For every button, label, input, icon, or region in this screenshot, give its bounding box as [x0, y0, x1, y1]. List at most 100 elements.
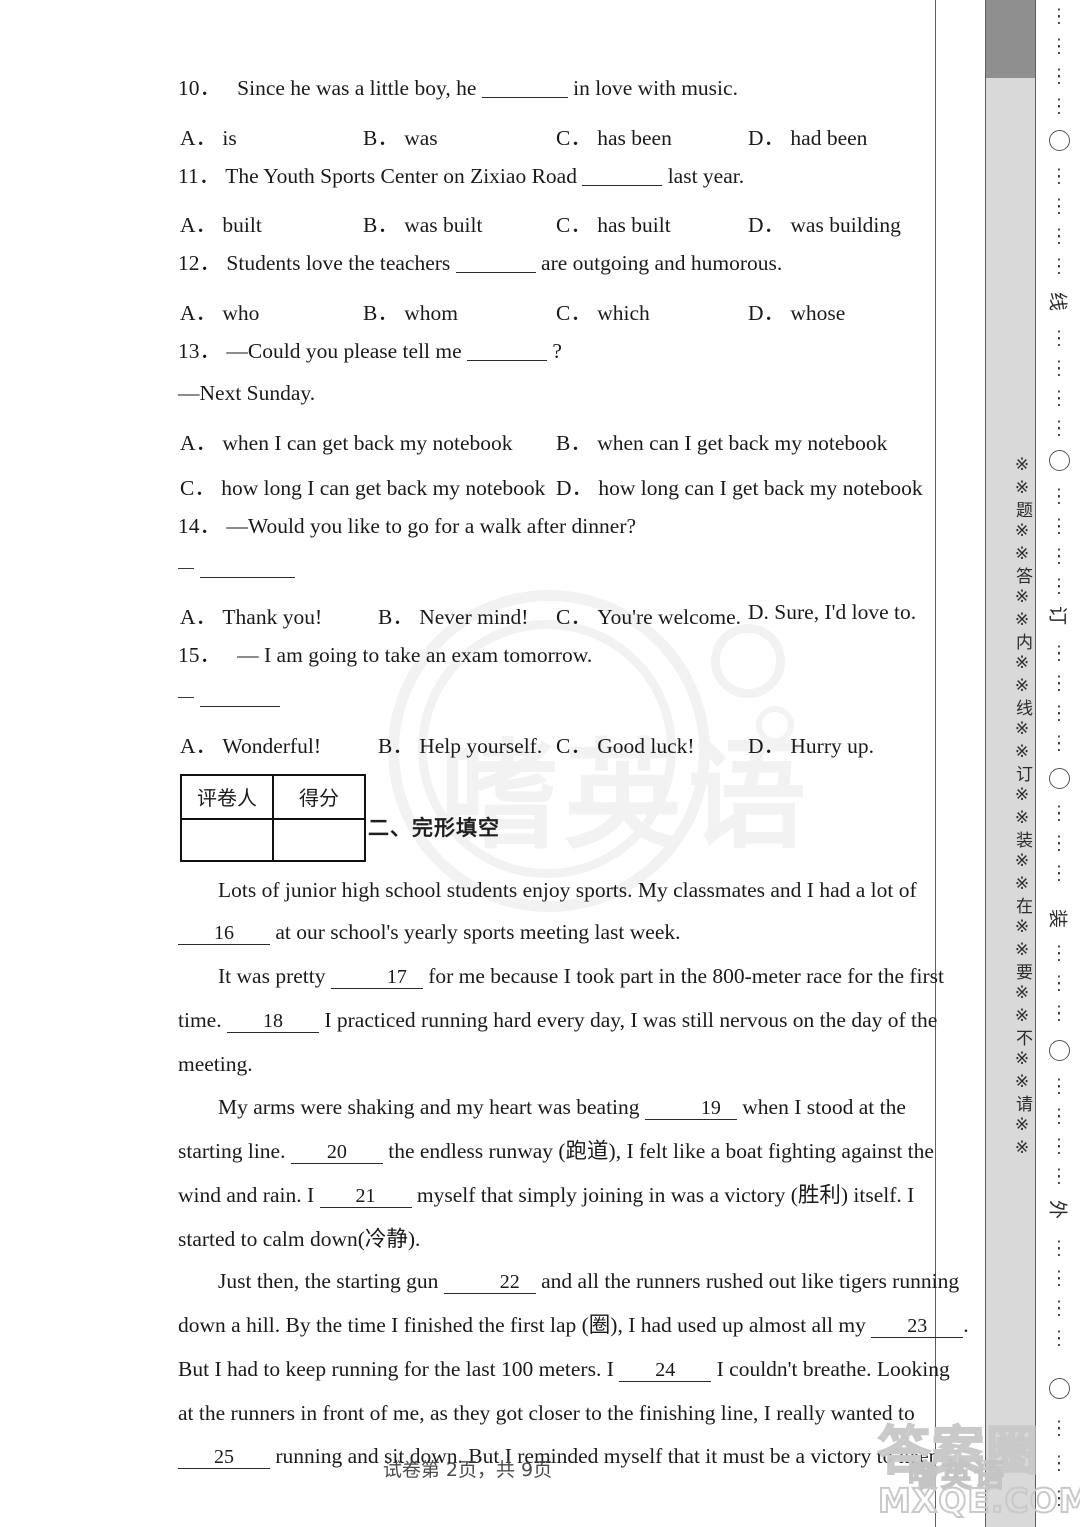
seal-marker-char-bind: 订: [1046, 605, 1069, 625]
answer-blank-14: [200, 577, 295, 578]
dot-marker: ::: [1056, 999, 1062, 1025]
answer-dash-line-14: [178, 558, 908, 580]
passage-line: My arms were shaking and my heart was be…: [178, 1094, 908, 1120]
score-table-score-label: 得分: [272, 773, 366, 820]
option-10-c[interactable]: C． has been: [556, 121, 672, 152]
passage-text: Lots of junior high school students enjo…: [218, 877, 917, 902]
option-15-a[interactable]: A． Wonderful!: [180, 729, 321, 760]
passage-line: at the runners in front of me, as they g…: [178, 1402, 915, 1425]
option-row-10: A． is B． was C． has been D． had been: [178, 121, 908, 150]
dot-marker: ::: [1056, 1294, 1062, 1320]
option-row-12: A． who B． whom C． which D． whose: [178, 296, 908, 325]
option-13-c[interactable]: C． how long I can get back my notebook: [180, 471, 545, 502]
seal-marker-char-line: 线: [1046, 291, 1069, 311]
score-table-header-row: 评卷人 得分: [180, 773, 366, 820]
option-12-d[interactable]: D． whose: [748, 296, 845, 327]
question-stem-13: 13． —Could you please tell me ?: [178, 338, 908, 363]
option-12-b[interactable]: B． whom: [363, 296, 458, 327]
question-stem-text-15: — I am going to take an exam tomorrow.: [237, 642, 593, 667]
question-reply-13: —Next Sunday.: [178, 381, 316, 405]
answer-blank-10: [481, 97, 568, 98]
passage-text: time.: [178, 1008, 227, 1032]
passage-text: for me because I took part in the 800-me…: [422, 964, 944, 988]
passage-text: I couldn't breathe. Looking: [711, 1357, 950, 1381]
option-15-c[interactable]: C． Good luck!: [556, 729, 695, 760]
exam-page: 嗜英语 10． Since he was a little boy, he in…: [0, 0, 1080, 1527]
option-10-d[interactable]: D． had been: [748, 121, 867, 152]
dot-marker: ::: [1056, 939, 1062, 965]
dot-marker: ::: [1056, 1449, 1062, 1475]
seal-band-top-block: [986, 0, 1035, 78]
passage-line: started to calm down(冷静).: [178, 1228, 908, 1251]
margin-rule-left: [935, 0, 936, 1527]
cloze-blank-22[interactable]: 22: [443, 1272, 536, 1294]
dot-marker: ::: [1056, 1234, 1062, 1260]
passage-text: I practiced running hard every day, I wa…: [318, 1008, 938, 1032]
cloze-blank-20[interactable]: 20: [290, 1142, 383, 1164]
option-11-b[interactable]: B． was built: [363, 208, 482, 239]
option-13-a[interactable]: A． when I can get back my notebook: [180, 426, 513, 457]
question-number-14: 14．: [178, 513, 222, 538]
seal-marker-char-pack: 装: [1046, 908, 1069, 928]
score-table-grader-label: 评卷人: [180, 773, 274, 820]
section-title: 二、完形填空: [368, 815, 500, 840]
dash-mark-15: [178, 697, 194, 698]
dot-marker: ::: [1056, 1132, 1062, 1158]
option-14-d[interactable]: D. Sure, I'd love to.: [748, 600, 916, 625]
question-stem-text-14: —Would you like to go for a walk after d…: [226, 513, 637, 538]
cloze-blank-24[interactable]: 24: [619, 1360, 712, 1382]
option-13-d[interactable]: D． how long can I get back my notebook: [556, 471, 923, 502]
option-13-b[interactable]: B． when can I get back my notebook: [556, 426, 887, 457]
question-stem-14: 14． —Would you like to go for a walk aft…: [178, 513, 908, 538]
circle-marker: [1049, 1040, 1070, 1061]
option-14-c[interactable]: C． You're welcome.: [556, 600, 741, 631]
passage-text: My arms were shaking and my heart was be…: [218, 1094, 645, 1119]
passage-line: down a hill. By the time I finished the …: [178, 1313, 969, 1338]
question-stem-text-11b: last year.: [667, 163, 745, 188]
dot-marker: ::: [1056, 799, 1062, 825]
dot-marker: ::: [1056, 572, 1062, 598]
question-number-15: 15．: [178, 642, 222, 667]
dot-marker: ::: [1056, 384, 1062, 410]
option-12-a[interactable]: A． who: [180, 296, 259, 327]
dot-marker: ::: [1056, 1162, 1062, 1188]
passage-line: It was pretty 17 for me because I took p…: [178, 965, 944, 989]
dot-marker: ::: [1056, 639, 1062, 665]
passage-text: down a hill. By the time I finished the …: [178, 1313, 872, 1337]
answer-dash-line-15: [178, 687, 908, 709]
option-11-d[interactable]: D． was building: [748, 208, 901, 239]
dot-marker: ::: [1056, 969, 1062, 995]
option-12-c[interactable]: C． which: [556, 296, 650, 327]
passage-text: myself that simply joining in was a vict…: [411, 1182, 915, 1207]
option-11-a[interactable]: A． built: [180, 208, 262, 239]
passage-text: wind and rain. I: [178, 1182, 320, 1207]
circle-marker: [1049, 130, 1070, 151]
dot-marker: ::: [1056, 699, 1062, 725]
passage-text: .: [963, 1313, 969, 1337]
question-number-10: 10．: [178, 76, 222, 100]
question-stem-text-13a: —Could you please tell me: [226, 338, 462, 363]
option-14-b[interactable]: B． Never mind!: [378, 600, 528, 631]
cloze-blank-17[interactable]: 17: [330, 967, 423, 989]
option-11-c[interactable]: C． has built: [556, 208, 671, 239]
cloze-blank-16[interactable]: 16: [178, 923, 270, 945]
cloze-blank-19[interactable]: 19: [644, 1098, 737, 1120]
cloze-blank-21[interactable]: 21: [319, 1186, 412, 1208]
score-table-score-cell[interactable]: [272, 817, 366, 862]
option-10-b[interactable]: B． was: [363, 121, 438, 152]
cloze-blank-18[interactable]: 18: [226, 1011, 319, 1033]
passage-line: Lots of junior high school students enjo…: [178, 879, 917, 902]
score-table-grader-cell[interactable]: [180, 817, 274, 862]
option-10-a[interactable]: A． is: [180, 121, 237, 152]
cloze-passage: Lots of junior high school students enjo…: [178, 879, 969, 1469]
cloze-blank-23[interactable]: 23: [871, 1316, 964, 1338]
question-stem-text-12a: Students love the teachers: [226, 251, 451, 275]
question-stem-10: 10． Since he was a little boy, he in lov…: [178, 76, 908, 100]
passage-text: Just then, the starting gun: [218, 1269, 444, 1293]
option-15-d[interactable]: D． Hurry up.: [748, 729, 874, 760]
dot-marker: ::: [1056, 252, 1062, 278]
dot-marker: ::: [1056, 669, 1062, 695]
passage-text: at our school's yearly sports meeting la…: [270, 920, 681, 944]
option-14-a[interactable]: A． Thank you!: [180, 600, 322, 631]
option-15-b[interactable]: B． Help yourself.: [378, 729, 542, 760]
